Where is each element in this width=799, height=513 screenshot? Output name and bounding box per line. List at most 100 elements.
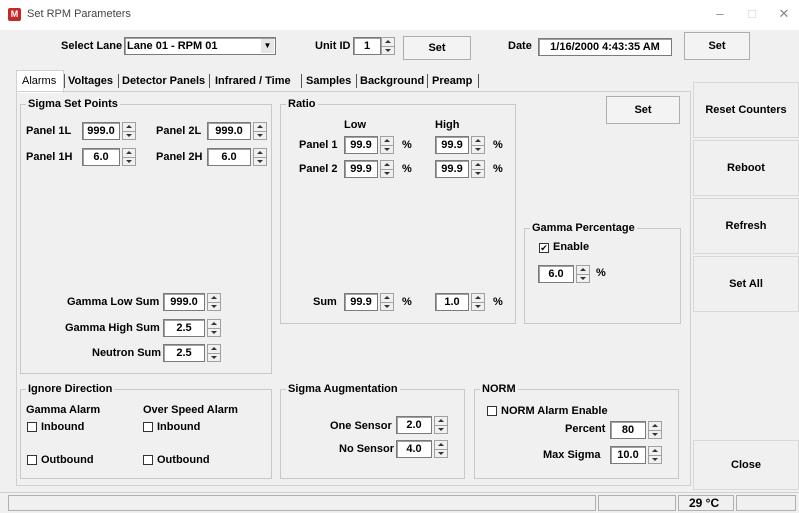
tab-separator xyxy=(209,74,210,88)
tab-separator xyxy=(118,74,119,88)
one-sensor-input[interactable]: 2.0 xyxy=(396,416,432,434)
ratio-panel-2-low-input[interactable]: 99.9 xyxy=(344,160,378,178)
tab-alarms[interactable]: Alarms xyxy=(22,72,56,90)
tab-separator xyxy=(301,74,302,88)
neutron-sum-label: Neutron Sum xyxy=(92,347,162,359)
gamma-percentage-input[interactable]: 6.0 xyxy=(538,265,574,283)
norm-alarm-enable-checkbox[interactable] xyxy=(487,406,497,416)
ratio-sum-high-spinner[interactable] xyxy=(471,293,485,311)
unit-id-set-button[interactable]: Set xyxy=(403,36,471,60)
ratio-panel-1-low-spinner[interactable] xyxy=(380,136,394,154)
ratio-sum-low-input[interactable]: 99.9 xyxy=(344,293,378,311)
tab-background[interactable]: Background xyxy=(360,72,424,90)
ratio-sum-high-input[interactable]: 1.0 xyxy=(435,293,469,311)
select-lane-label: Select Lane xyxy=(61,40,123,52)
tab-voltages[interactable]: Voltages xyxy=(68,72,113,90)
panel-2h-spinner[interactable] xyxy=(253,148,267,166)
overspeed-outbound-checkbox[interactable] xyxy=(143,455,153,465)
reboot-button[interactable]: Reboot xyxy=(693,140,799,196)
status-panel xyxy=(598,495,676,511)
gamma-high-sum-input[interactable]: 2.5 xyxy=(163,319,205,337)
date-set-button[interactable]: Set xyxy=(684,32,750,60)
overspeed-inbound-checkbox[interactable] xyxy=(143,422,153,432)
tab-separator xyxy=(478,74,479,88)
gamma-low-sum-label: Gamma Low Sum xyxy=(67,296,160,308)
ratio-sum-low-spinner[interactable] xyxy=(380,293,394,311)
norm-percent-spinner[interactable] xyxy=(648,421,662,439)
set-button[interactable]: Set xyxy=(606,96,680,124)
overspeed-inbound-label: Inbound xyxy=(157,421,201,433)
chevron-down-icon[interactable]: ▼ xyxy=(261,39,274,53)
sigma-augmentation-title: Sigma Augmentation xyxy=(286,383,400,395)
close-window-button[interactable]: ✕ xyxy=(769,2,799,26)
maximize-button[interactable]: □ xyxy=(737,2,767,26)
norm-alarm-enable-label: NORM Alarm Enable xyxy=(501,405,608,417)
no-sensor-spinner[interactable] xyxy=(434,440,448,458)
percent-sign: % xyxy=(493,163,503,175)
refresh-button[interactable]: Refresh xyxy=(693,198,799,254)
title-bar: M Set RPM Parameters – □ ✕ xyxy=(0,0,799,30)
no-sensor-input[interactable]: 4.0 xyxy=(396,440,432,458)
tab-detector-panels[interactable]: Detector Panels xyxy=(122,72,205,90)
tab-samples[interactable]: Samples xyxy=(306,72,351,90)
norm-percent-input[interactable]: 80 xyxy=(610,421,646,439)
lane-select[interactable]: Lane 01 - RPM 01 ▼ xyxy=(124,37,276,55)
gamma-inbound-label: Inbound xyxy=(41,421,85,433)
one-sensor-spinner[interactable] xyxy=(434,416,448,434)
date-label: Date xyxy=(508,40,532,52)
percent-sign: % xyxy=(402,296,412,308)
panel-1h-input[interactable]: 6.0 xyxy=(82,148,120,166)
unit-id-spinner[interactable] xyxy=(381,37,395,55)
panel-2h-label: Panel 2H xyxy=(156,151,203,163)
gamma-low-sum-input[interactable]: 999.0 xyxy=(163,293,205,311)
panel-1l-spinner[interactable] xyxy=(122,122,136,140)
percent-sign: % xyxy=(402,163,412,175)
lane-select-value: Lane 01 - RPM 01 xyxy=(127,40,218,52)
unit-id-input[interactable]: 1 xyxy=(353,37,381,55)
date-input[interactable]: 1/16/2000 4:43:35 AM xyxy=(538,38,672,56)
ratio-panel-1-low-input[interactable]: 99.9 xyxy=(344,136,378,154)
percent-sign: % xyxy=(493,296,503,308)
ratio-panel-1-high-spinner[interactable] xyxy=(471,136,485,154)
neutron-sum-spinner[interactable] xyxy=(207,344,221,362)
tab-separator xyxy=(427,74,428,88)
panel-2l-spinner[interactable] xyxy=(253,122,267,140)
gamma-low-sum-spinner[interactable] xyxy=(207,293,221,311)
max-sigma-label: Max Sigma xyxy=(543,449,601,461)
ignore-direction-title: Ignore Direction xyxy=(26,383,115,395)
gamma-high-sum-spinner[interactable] xyxy=(207,319,221,337)
percent-sign: % xyxy=(493,139,503,151)
minimize-button[interactable]: – xyxy=(705,2,735,26)
gamma-outbound-checkbox[interactable] xyxy=(27,455,37,465)
ratio-panel-1-high-input[interactable]: 99.9 xyxy=(435,136,469,154)
over-speed-alarm-label: Over Speed Alarm xyxy=(143,404,238,416)
reset-counters-button[interactable]: Reset Counters xyxy=(693,82,799,138)
ratio-panel-2-high-input[interactable]: 99.9 xyxy=(435,160,469,178)
ratio-panel-2-low-spinner[interactable] xyxy=(380,160,394,178)
norm-title: NORM xyxy=(480,383,518,395)
close-button[interactable]: Close xyxy=(693,440,799,490)
gamma-enable-checkbox[interactable]: ✔ xyxy=(539,243,549,253)
neutron-sum-input[interactable]: 2.5 xyxy=(163,344,205,362)
sigma-group-title: Sigma Set Points xyxy=(26,98,120,110)
panel-2h-input[interactable]: 6.0 xyxy=(207,148,251,166)
gamma-alarm-label: Gamma Alarm xyxy=(26,404,101,416)
max-sigma-input[interactable]: 10.0 xyxy=(610,446,646,464)
set-all-button[interactable]: Set All xyxy=(693,256,799,312)
gamma-inbound-checkbox[interactable] xyxy=(27,422,37,432)
ratio-sum-label: Sum xyxy=(313,296,337,308)
one-sensor-label: One Sensor xyxy=(330,420,392,432)
panel-1h-spinner[interactable] xyxy=(122,148,136,166)
max-sigma-spinner[interactable] xyxy=(648,446,662,464)
gamma-enable-label: Enable xyxy=(553,241,590,253)
tab-infrared-time[interactable]: Infrared / Time xyxy=(215,72,291,90)
percent-sign: % xyxy=(596,267,606,279)
ratio-low-header: Low xyxy=(344,119,366,131)
tab-preamp[interactable]: Preamp xyxy=(432,72,472,90)
panel-1l-input[interactable]: 999.0 xyxy=(82,122,120,140)
panel-2l-input[interactable]: 999.0 xyxy=(207,122,251,140)
ratio-panel-2-high-spinner[interactable] xyxy=(471,160,485,178)
ratio-high-header: High xyxy=(435,119,460,131)
gamma-percentage-spinner[interactable] xyxy=(576,265,590,283)
tab-separator xyxy=(64,74,65,88)
